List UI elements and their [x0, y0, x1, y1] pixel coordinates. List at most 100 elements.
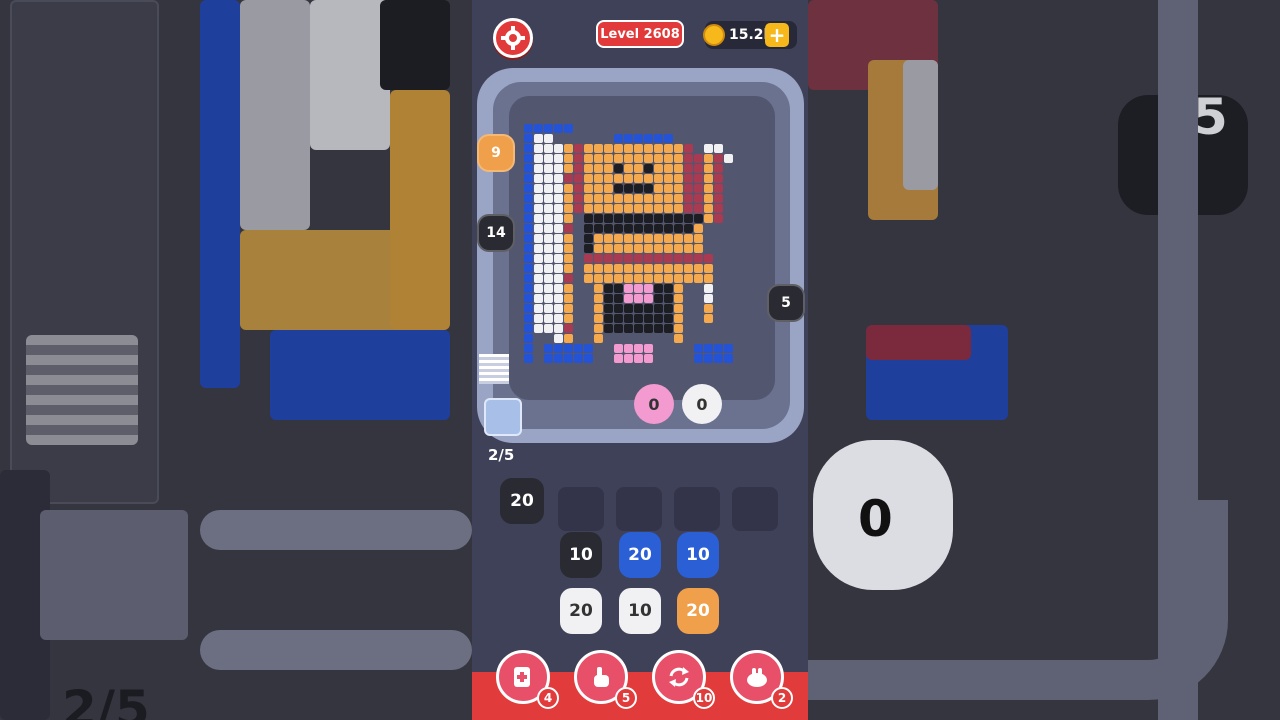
shooter[interactable]: 10 — [560, 532, 602, 578]
pixel-block — [604, 194, 613, 203]
track-shooter[interactable]: 5 — [767, 284, 805, 322]
pixel-block — [584, 224, 593, 233]
pixel-block — [644, 314, 653, 323]
pixel-block — [624, 234, 633, 243]
pixel-block — [674, 244, 683, 253]
pixel-block — [624, 264, 633, 273]
hand-booster-button[interactable]: 5 — [574, 650, 637, 709]
pixel-block — [674, 144, 683, 153]
pixel-block — [654, 144, 663, 153]
pixel-block — [564, 154, 573, 163]
pixel-block — [644, 294, 653, 303]
pixel-block — [624, 214, 633, 223]
pixel-block — [634, 174, 643, 183]
pixel-block — [684, 224, 693, 233]
pixel-block — [664, 224, 673, 233]
pixel-block — [634, 214, 643, 223]
shooter[interactable]: 20 — [560, 588, 602, 634]
pixel-block — [564, 304, 573, 313]
pixel-block — [694, 204, 703, 213]
pixel-block — [544, 194, 553, 203]
pixel-block — [604, 274, 613, 283]
pixel-block — [694, 244, 703, 253]
pixel-block — [554, 294, 563, 303]
pixel-block — [624, 254, 633, 263]
pixel-block — [684, 154, 693, 163]
pixel-block — [534, 234, 543, 243]
pixel-block — [614, 344, 623, 353]
pixel-block — [604, 204, 613, 213]
pixel-block — [634, 354, 643, 363]
pixel-block — [594, 264, 603, 273]
pixel-block — [534, 224, 543, 233]
queue-slot-filled[interactable]: 20 — [500, 478, 544, 524]
pixel-block — [634, 264, 643, 273]
shooter[interactable]: 10 — [677, 532, 719, 578]
pixel-block — [674, 304, 683, 313]
pixel-block — [614, 244, 623, 253]
pixel-block — [614, 134, 623, 143]
pixel-block — [524, 184, 533, 193]
pixel-block — [654, 164, 663, 173]
pixel-block — [624, 324, 633, 333]
pixel-block — [544, 174, 553, 183]
pixel-block — [694, 344, 703, 353]
pixel-block — [524, 214, 533, 223]
add-slot-booster-button[interactable]: 4 — [496, 650, 559, 709]
pixel-block — [524, 304, 533, 313]
pixel-block — [704, 154, 713, 163]
pixel-block — [564, 354, 573, 363]
pixel-block — [554, 164, 563, 173]
pixel-block — [654, 174, 663, 183]
conveyor-entry-dock — [484, 398, 522, 436]
booster-count: 2 — [771, 687, 793, 709]
pixel-block — [614, 234, 623, 243]
pixel-block — [624, 134, 633, 143]
pixel-block — [664, 254, 673, 263]
track-shooter-count: 9 — [491, 145, 501, 161]
pixel-block — [664, 184, 673, 193]
pixel-block — [634, 304, 643, 313]
shuffle-booster-button[interactable]: 10 — [652, 650, 715, 709]
pixel-block — [684, 144, 693, 153]
pixel-block — [554, 314, 563, 323]
pixel-block — [624, 184, 633, 193]
pixel-block — [534, 194, 543, 203]
pixel-block — [614, 354, 623, 363]
shooter[interactable]: 10 — [619, 588, 661, 634]
pixel-block — [674, 214, 683, 223]
settings-button[interactable] — [493, 18, 533, 58]
pixel-block — [614, 214, 623, 223]
pixel-block — [554, 154, 563, 163]
pixel-block — [694, 184, 703, 193]
pixel-block — [714, 184, 723, 193]
shooter-icon — [747, 668, 767, 687]
pixel-block — [654, 314, 663, 323]
add-coins-button[interactable]: + — [765, 23, 789, 47]
pixel-block — [614, 194, 623, 203]
magnet-booster-button[interactable]: 2 — [730, 650, 793, 709]
pixel-block — [684, 254, 693, 263]
pixel-block — [594, 324, 603, 333]
pixel-block — [654, 264, 663, 273]
queue-slot-empty — [732, 487, 778, 531]
pixel-block — [674, 194, 683, 203]
pixel-block — [544, 144, 553, 153]
add-slot-icon — [514, 667, 530, 687]
pixel-block — [654, 304, 663, 313]
shooter[interactable]: 20 — [619, 532, 661, 578]
pixel-block — [554, 204, 563, 213]
background-belt-count: 0 — [858, 490, 893, 548]
pixel-block — [644, 204, 653, 213]
pixel-block — [554, 174, 563, 183]
track-shooter[interactable]: 14 — [477, 214, 515, 252]
shooter[interactable]: 20 — [677, 588, 719, 634]
pixel-block — [644, 234, 653, 243]
track-shooter[interactable]: 9 — [477, 134, 515, 172]
pixel-block — [684, 194, 693, 203]
pixel-block — [624, 174, 633, 183]
pixel-block — [704, 194, 713, 203]
pixel-block — [604, 184, 613, 193]
pixel-block — [524, 144, 533, 153]
pixel-block — [534, 274, 543, 283]
